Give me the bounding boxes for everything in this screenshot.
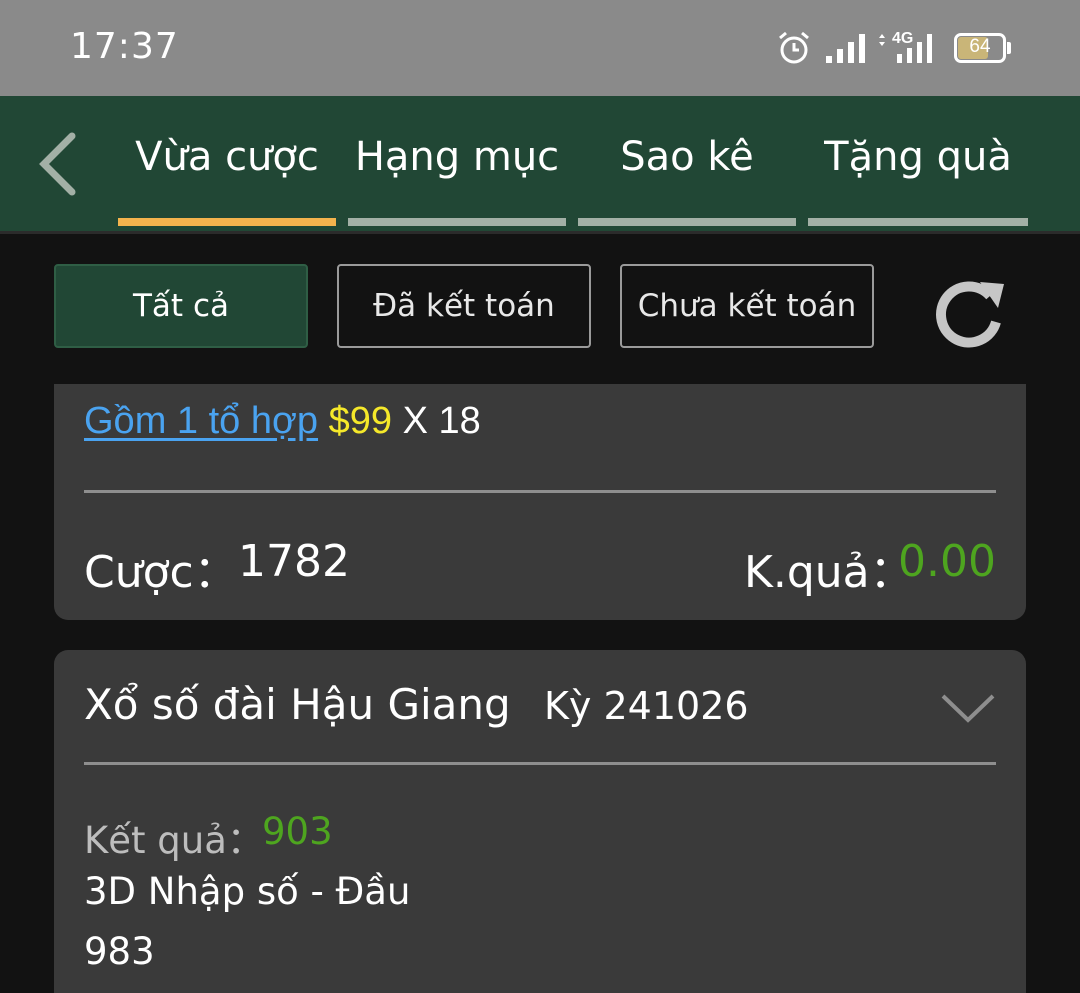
bet-multiplier: X 18 xyxy=(402,400,481,442)
draw-result-value: 903 xyxy=(262,810,333,853)
combo-link[interactable]: Gồm 1 tổ hợp xyxy=(84,400,318,442)
filter-all-button[interactable]: Tất cả xyxy=(54,264,308,348)
alarm-icon xyxy=(779,31,809,64)
lottery-period: Kỳ 241026 xyxy=(544,684,749,728)
tab-indicator xyxy=(578,218,796,226)
tab-indicator xyxy=(348,218,566,226)
chevron-left-icon[interactable] xyxy=(34,132,84,196)
tab-tang-qua[interactable]: Tặng quà xyxy=(808,134,1028,180)
tab-indicator-active xyxy=(118,218,336,226)
lottery-title: Xổ số đài Hậu Giang xyxy=(84,680,511,729)
chevron-down-icon[interactable] xyxy=(940,692,996,726)
refresh-icon[interactable] xyxy=(928,274,1008,350)
draw-result-label: Kết quả： xyxy=(84,819,264,862)
signal-icon xyxy=(826,34,865,63)
status-time: 17:37 xyxy=(70,26,179,67)
battery-icon: 64 xyxy=(954,33,1012,63)
top-nav: Vừa cược Hạng mục Sao kê Tặng quà xyxy=(0,96,1080,234)
result-label: K.quả： xyxy=(744,547,914,598)
divider xyxy=(84,762,996,765)
4g-signal-icon: 4G xyxy=(878,30,938,64)
bet-price: $99 xyxy=(328,400,392,442)
bet-summary-card: Gồm 1 tổ hợp $99 X 18 Cược： 1782 K.quả： … xyxy=(54,384,1026,620)
tab-vua-cuoc[interactable]: Vừa cược xyxy=(118,134,336,180)
filter-settled-button[interactable]: Đã kết toán xyxy=(337,264,591,348)
lottery-card[interactable]: Xổ số đài Hậu Giang Kỳ 241026 Kết quả： 9… xyxy=(54,650,1026,993)
bet-number: 983 xyxy=(84,930,155,973)
tab-hang-muc[interactable]: Hạng mục xyxy=(348,134,566,180)
result-value: 0.00 xyxy=(898,536,996,587)
bet-amount-value: 1782 xyxy=(238,536,350,587)
tab-sao-ke[interactable]: Sao kê xyxy=(578,134,796,180)
status-bar: 17:37 4G 64 xyxy=(0,0,1080,96)
tab-indicator xyxy=(808,218,1028,226)
bet-type: 3D Nhập số - Đầu xyxy=(84,870,411,913)
filter-unsettled-button[interactable]: Chưa kết toán xyxy=(620,264,874,348)
bet-amount-label: Cược： xyxy=(84,547,238,598)
battery-level: 64 xyxy=(969,36,991,57)
divider xyxy=(84,490,996,493)
combo-line: Gồm 1 tổ hợp $99 X 18 xyxy=(84,400,481,443)
